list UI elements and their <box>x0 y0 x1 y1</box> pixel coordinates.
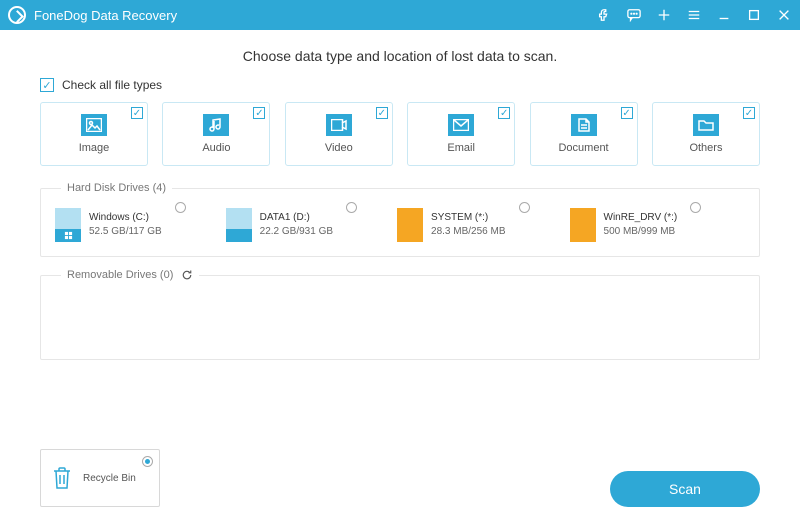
plus-icon[interactable] <box>656 7 672 23</box>
minimize-icon[interactable] <box>716 7 732 23</box>
recycle-label: Recycle Bin <box>83 473 136 484</box>
drive-size: 500 MB/999 MB <box>604 225 678 239</box>
drive-radio[interactable] <box>175 202 186 213</box>
type-label: Video <box>325 142 353 154</box>
check-all-row[interactable]: ✓ Check all file types <box>40 78 760 92</box>
drive-radio[interactable] <box>690 202 701 213</box>
type-card-folder[interactable]: ✓ Others <box>652 102 760 166</box>
type-checkbox[interactable]: ✓ <box>743 107 755 119</box>
app-title: FoneDog Data Recovery <box>34 8 177 23</box>
drive-item[interactable]: SYSTEM (*:)28.3 MB/256 MB <box>397 208 529 242</box>
drive-icon <box>570 208 596 242</box>
drive-item[interactable]: Windows (C:)52.5 GB/117 GB <box>55 208 186 242</box>
trash-icon <box>51 465 73 491</box>
maximize-icon[interactable] <box>746 7 762 23</box>
drive-size: 52.5 GB/117 GB <box>89 225 162 239</box>
drive-icon <box>226 208 252 242</box>
scan-button[interactable]: Scan <box>610 471 760 507</box>
drive-size: 22.2 GB/931 GB <box>260 225 333 239</box>
check-all-checkbox[interactable]: ✓ <box>40 78 54 92</box>
drive-name: WinRE_DRV (*:) <box>604 211 678 225</box>
drive-item[interactable]: DATA1 (D:)22.2 GB/931 GB <box>226 208 357 242</box>
type-label: Document <box>558 142 608 154</box>
hard-disk-legend: Hard Disk Drives (4) <box>61 182 172 194</box>
drive-info: SYSTEM (*:)28.3 MB/256 MB <box>431 211 505 239</box>
drive-icon <box>55 208 81 242</box>
titlebar-buttons <box>596 7 792 23</box>
refresh-icon[interactable] <box>181 269 193 281</box>
menu-icon[interactable] <box>686 7 702 23</box>
type-card-image[interactable]: ✓ Image <box>40 102 148 166</box>
removable-legend-text: Removable Drives (0) <box>67 269 173 281</box>
check-all-label: Check all file types <box>62 78 162 92</box>
type-card-document[interactable]: ✓ Document <box>530 102 638 166</box>
close-icon[interactable] <box>776 7 792 23</box>
file-types-row: ✓ Image ✓ Audio ✓ Video ✓ Email ✓ Document ✓ Others <box>40 102 760 166</box>
drive-item[interactable]: WinRE_DRV (*:)500 MB/999 MB <box>570 208 702 242</box>
type-checkbox[interactable]: ✓ <box>376 107 388 119</box>
type-label: Others <box>689 142 722 154</box>
recycle-radio[interactable] <box>142 456 153 467</box>
email-icon <box>448 114 474 136</box>
drive-icon <box>397 208 423 242</box>
app-logo-icon <box>8 6 26 24</box>
page-heading: Choose data type and location of lost da… <box>40 48 760 64</box>
type-checkbox[interactable]: ✓ <box>131 107 143 119</box>
recycle-bin-card[interactable]: Recycle Bin <box>40 449 160 507</box>
image-icon <box>81 114 107 136</box>
folder-icon <box>693 114 719 136</box>
feedback-icon[interactable] <box>626 7 642 23</box>
titlebar: FoneDog Data Recovery <box>0 0 800 30</box>
drive-name: DATA1 (D:) <box>260 211 333 225</box>
type-card-email[interactable]: ✓ Email <box>407 102 515 166</box>
hard-disk-section: Hard Disk Drives (4) Windows (C:)52.5 GB… <box>40 182 760 257</box>
type-card-video[interactable]: ✓ Video <box>285 102 393 166</box>
removable-legend: Removable Drives (0) <box>61 269 199 281</box>
drive-info: Windows (C:)52.5 GB/117 GB <box>89 211 162 239</box>
drive-radio[interactable] <box>519 202 530 213</box>
type-checkbox[interactable]: ✓ <box>621 107 633 119</box>
drive-info: DATA1 (D:)22.2 GB/931 GB <box>260 211 333 239</box>
audio-icon <box>203 114 229 136</box>
type-label: Image <box>79 142 110 154</box>
type-checkbox[interactable]: ✓ <box>498 107 510 119</box>
document-icon <box>571 114 597 136</box>
drives-row: Windows (C:)52.5 GB/117 GB DATA1 (D:)22.2… <box>55 208 745 242</box>
bottom-row: Recycle Bin Scan <box>40 449 760 515</box>
facebook-icon[interactable] <box>596 7 612 23</box>
removable-body <box>55 295 745 345</box>
drive-size: 28.3 MB/256 MB <box>431 225 505 239</box>
video-icon <box>326 114 352 136</box>
drive-info: WinRE_DRV (*:)500 MB/999 MB <box>604 211 678 239</box>
drive-name: SYSTEM (*:) <box>431 211 505 225</box>
type-label: Audio <box>202 142 230 154</box>
main-content: Choose data type and location of lost da… <box>0 30 800 525</box>
type-checkbox[interactable]: ✓ <box>253 107 265 119</box>
type-card-audio[interactable]: ✓ Audio <box>162 102 270 166</box>
drive-name: Windows (C:) <box>89 211 162 225</box>
type-label: Email <box>447 142 475 154</box>
drive-radio[interactable] <box>346 202 357 213</box>
removable-section: Removable Drives (0) <box>40 269 760 360</box>
